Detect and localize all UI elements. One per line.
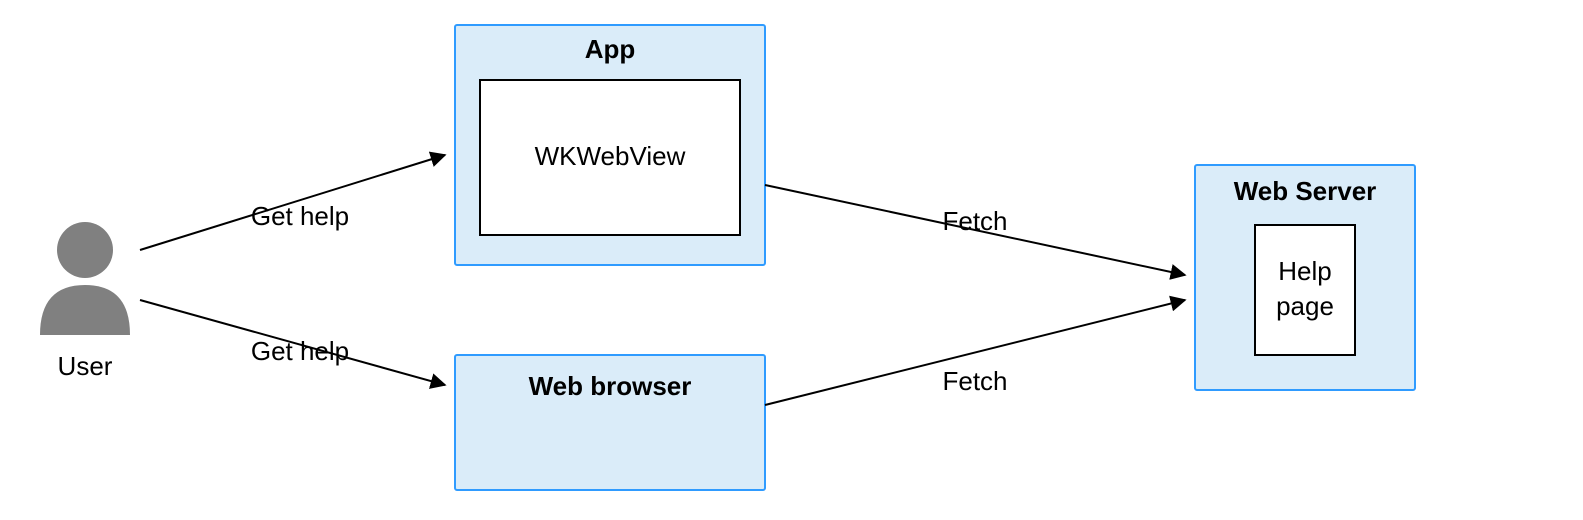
user-label: User xyxy=(58,351,113,381)
server-node: Web Server Help page xyxy=(1195,165,1415,390)
edge-user-to-browser-label: Get help xyxy=(251,336,349,366)
edge-user-to-app-label: Get help xyxy=(251,201,349,231)
browser-node: Web browser xyxy=(455,355,765,490)
user-node: User xyxy=(40,222,130,381)
browser-title: Web browser xyxy=(529,371,692,401)
app-title: App xyxy=(585,34,636,64)
app-inner-label: WKWebView xyxy=(535,141,686,171)
app-node: App WKWebView xyxy=(455,25,765,265)
edge-browser-to-server-label: Fetch xyxy=(942,366,1007,396)
server-inner-line1: Help xyxy=(1278,256,1331,286)
server-title: Web Server xyxy=(1234,176,1377,206)
diagram-canvas: User App WKWebView Web browser Web Serve… xyxy=(0,0,1583,520)
user-icon xyxy=(40,222,130,335)
edge-app-to-server-label: Fetch xyxy=(942,206,1007,236)
server-inner-line2: page xyxy=(1276,291,1334,321)
